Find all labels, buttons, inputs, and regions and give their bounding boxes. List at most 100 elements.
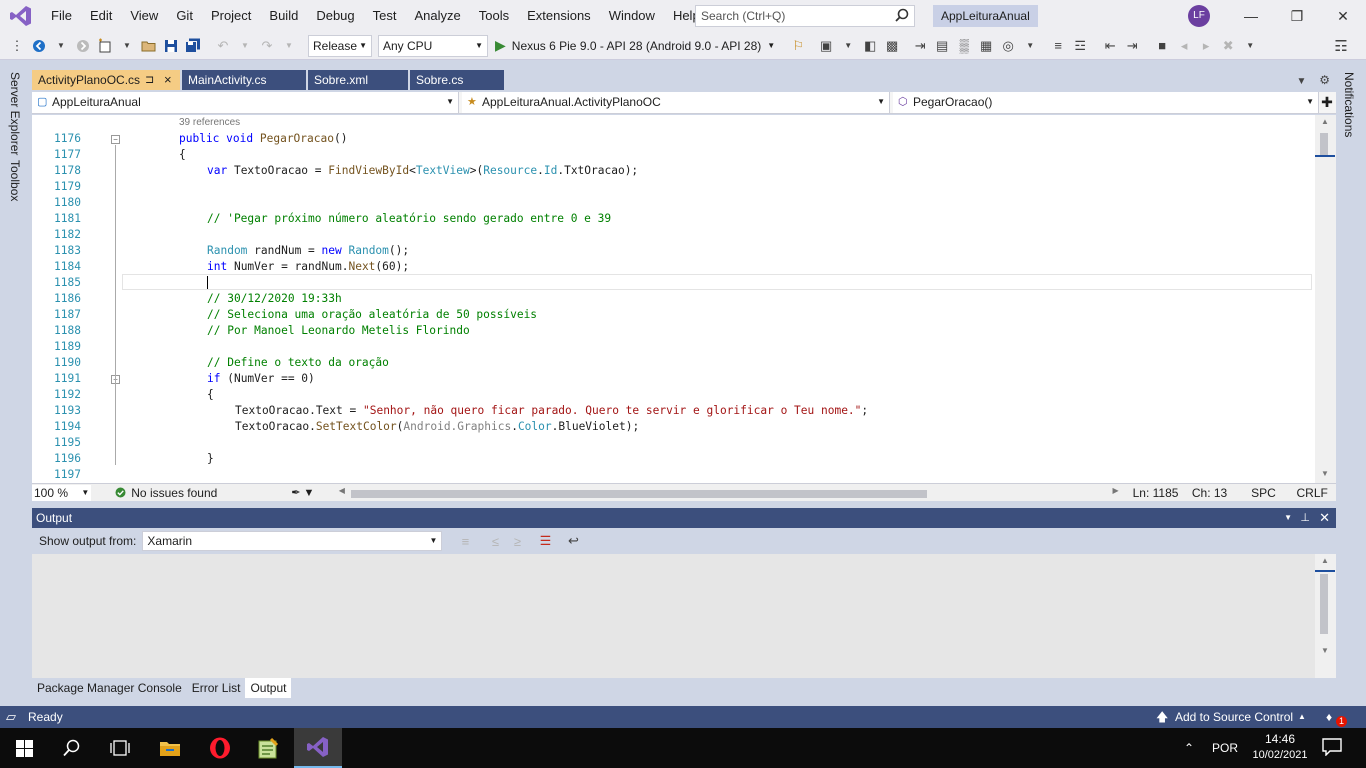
task-view-icon[interactable]	[96, 728, 144, 768]
save-icon[interactable]	[162, 35, 180, 57]
opera-browser-icon[interactable]	[196, 728, 244, 768]
scroll-left-icon[interactable]: ◀	[339, 486, 345, 495]
tab-package-manager-console[interactable]: Package Manager Console	[32, 678, 187, 698]
bookmark-icon[interactable]: ■	[1153, 35, 1171, 57]
find-message-icon[interactable]: ≡	[456, 530, 474, 552]
clear-all-icon[interactable]: ☰	[536, 530, 554, 552]
camera-icon[interactable]: ▤	[933, 35, 951, 57]
avatar[interactable]: LF	[1188, 5, 1210, 27]
live-share-icon[interactable]: ☶	[1332, 35, 1350, 57]
platform-dropdown[interactable]: Any CPU ▼	[378, 34, 488, 57]
member-dropdown[interactable]: ⬡ PegarOracao() ▼	[893, 92, 1319, 113]
bookmark-clear-icon[interactable]: ✖	[1219, 35, 1237, 57]
scroll-down-icon[interactable]: ▼	[1321, 646, 1329, 655]
chevron-down-icon[interactable]: ▼	[1021, 35, 1039, 57]
notepad-plus-plus-icon[interactable]	[244, 728, 292, 768]
restore-icon[interactable]: ❐	[1274, 0, 1320, 32]
zoom-dropdown[interactable]: 100 % ▼	[32, 484, 92, 501]
menu-edit[interactable]: Edit	[81, 0, 121, 32]
new-project-icon[interactable]	[96, 35, 114, 57]
server-explorer-tab[interactable]: Server Explorer	[8, 72, 22, 155]
collapse-toggle-icon[interactable]: −	[111, 135, 120, 144]
navigate-forward-icon[interactable]	[74, 35, 92, 57]
tab-sobre-xml[interactable]: Sobre.xml	[308, 70, 408, 90]
open-folder-icon[interactable]	[140, 35, 158, 57]
output-window-icon[interactable]: ▱	[6, 706, 16, 728]
class-dropdown[interactable]: ★ AppLeituraAnual.ActivityPlanoOC ▼	[462, 92, 890, 113]
bookmark-prev-icon[interactable]: ◂	[1175, 35, 1193, 57]
line-ending-indicator[interactable]: CRLF	[1297, 486, 1336, 500]
next-message-icon[interactable]: ≥	[508, 530, 526, 552]
menu-extensions[interactable]: Extensions	[518, 0, 600, 32]
tab-list-dropdown-icon[interactable]: ▼	[1297, 76, 1307, 87]
menu-analyze[interactable]: Analyze	[405, 0, 469, 32]
indent-increase-icon[interactable]: ⇥	[1123, 35, 1141, 57]
minimize-icon[interactable]: —	[1228, 0, 1274, 32]
tab-sobre-cs[interactable]: Sobre.cs	[410, 70, 504, 90]
project-dropdown[interactable]: ▢ AppLeituraAnual ▼	[32, 92, 459, 113]
menu-project[interactable]: Project	[202, 0, 260, 32]
output-source-dropdown[interactable]: Xamarin ▼	[142, 531, 443, 551]
tab-output[interactable]: Output	[245, 678, 292, 698]
step-into-icon[interactable]: ⇥	[911, 35, 929, 57]
visual-studio-taskbar-icon[interactable]	[294, 728, 342, 768]
hierarchy-icon[interactable]: ≡	[1049, 35, 1067, 57]
clock-time[interactable]: 14:46	[1250, 732, 1310, 746]
scroll-down-icon[interactable]: ▼	[1321, 469, 1329, 478]
close-icon[interactable]: ✕	[1320, 0, 1366, 32]
scroll-up-icon[interactable]: ▲	[1321, 117, 1329, 126]
chevron-down-icon[interactable]: ▼	[280, 35, 298, 57]
menu-view[interactable]: View	[121, 0, 167, 32]
menu-tools[interactable]: Tools	[470, 0, 518, 32]
browser-link-icon[interactable]: ▣	[817, 35, 835, 57]
device-manager-icon[interactable]: ◧	[861, 35, 879, 57]
whitespace-indicator[interactable]: SPC	[1251, 486, 1296, 500]
fire-icon[interactable]: ⚐	[789, 35, 807, 57]
terminal-icon[interactable]: ▒	[955, 35, 973, 57]
file-explorer-icon[interactable]	[146, 728, 194, 768]
bookmark-next-icon[interactable]: ▸	[1197, 35, 1215, 57]
toolbox-tab[interactable]: Toolbox	[8, 160, 22, 201]
chevron-up-icon[interactable]: ▲	[1298, 706, 1306, 728]
line-indicator[interactable]: Ln: 1185	[1133, 486, 1192, 500]
redo-icon[interactable]: ↷	[258, 35, 276, 57]
menu-git[interactable]: Git	[167, 0, 202, 32]
menu-test[interactable]: Test	[364, 0, 406, 32]
target-icon[interactable]: ◎	[999, 35, 1017, 57]
editor-horizontal-scrollbar[interactable]: ◀ ▶	[339, 485, 1119, 501]
visual-studio-logo-icon[interactable]	[0, 0, 42, 32]
windows-start-icon[interactable]	[0, 728, 48, 768]
code-editor[interactable]: 1176 1177 1178 1179 1180 1181 1182 1183 …	[32, 115, 1336, 483]
chevron-down-icon[interactable]: ▼	[52, 35, 70, 57]
indent-decrease-icon[interactable]: ⇤	[1101, 35, 1119, 57]
panel-menu-icon[interactable]: ▼	[1284, 508, 1292, 528]
tab-activityplanooc[interactable]: ActivityPlanoOC.cs ⊐ ×	[32, 70, 180, 90]
output-text-area[interactable]	[32, 554, 1315, 678]
editor-vertical-scrollbar[interactable]: ▲ ▼	[1315, 115, 1336, 483]
issues-indicator[interactable]: No issues found	[115, 486, 273, 500]
notifications-tab[interactable]: Notifications	[1342, 72, 1356, 137]
add-to-source-control-button[interactable]: Add to Source Control	[1175, 706, 1293, 728]
toggle-word-wrap-icon[interactable]: ↩	[564, 530, 582, 552]
chevron-up-icon[interactable]: ⌃	[1184, 728, 1194, 768]
clock-date[interactable]: 10/02/2021	[1250, 749, 1310, 761]
bell-icon[interactable]: ♦	[1326, 706, 1332, 728]
menu-window[interactable]: Window	[600, 0, 664, 32]
close-panel-icon[interactable]: ✕	[1319, 508, 1330, 528]
chevron-down-icon[interactable]: ▼	[1241, 35, 1259, 57]
save-all-icon[interactable]	[184, 35, 202, 57]
tab-mainactivity[interactable]: MainActivity.cs	[182, 70, 306, 90]
chevron-down-icon[interactable]: ▼	[236, 35, 254, 57]
pin-icon[interactable]: ⊐	[145, 70, 154, 90]
search-input[interactable]: Search (Ctrl+Q)	[695, 5, 915, 27]
undo-icon[interactable]: ↶	[214, 35, 232, 57]
scroll-up-icon[interactable]: ▲	[1321, 556, 1329, 565]
navigate-back-icon[interactable]	[30, 35, 48, 57]
column-indicator[interactable]: Ch: 13	[1192, 486, 1251, 500]
previous-message-icon[interactable]: ≤	[486, 530, 504, 552]
input-language[interactable]: POR	[1212, 728, 1238, 768]
output-vertical-scrollbar[interactable]: ▲ ▼	[1315, 554, 1336, 678]
scrollbar-thumb[interactable]	[1320, 133, 1328, 157]
tab-error-list[interactable]: Error List	[187, 678, 246, 698]
action-center-icon[interactable]	[1322, 738, 1342, 759]
